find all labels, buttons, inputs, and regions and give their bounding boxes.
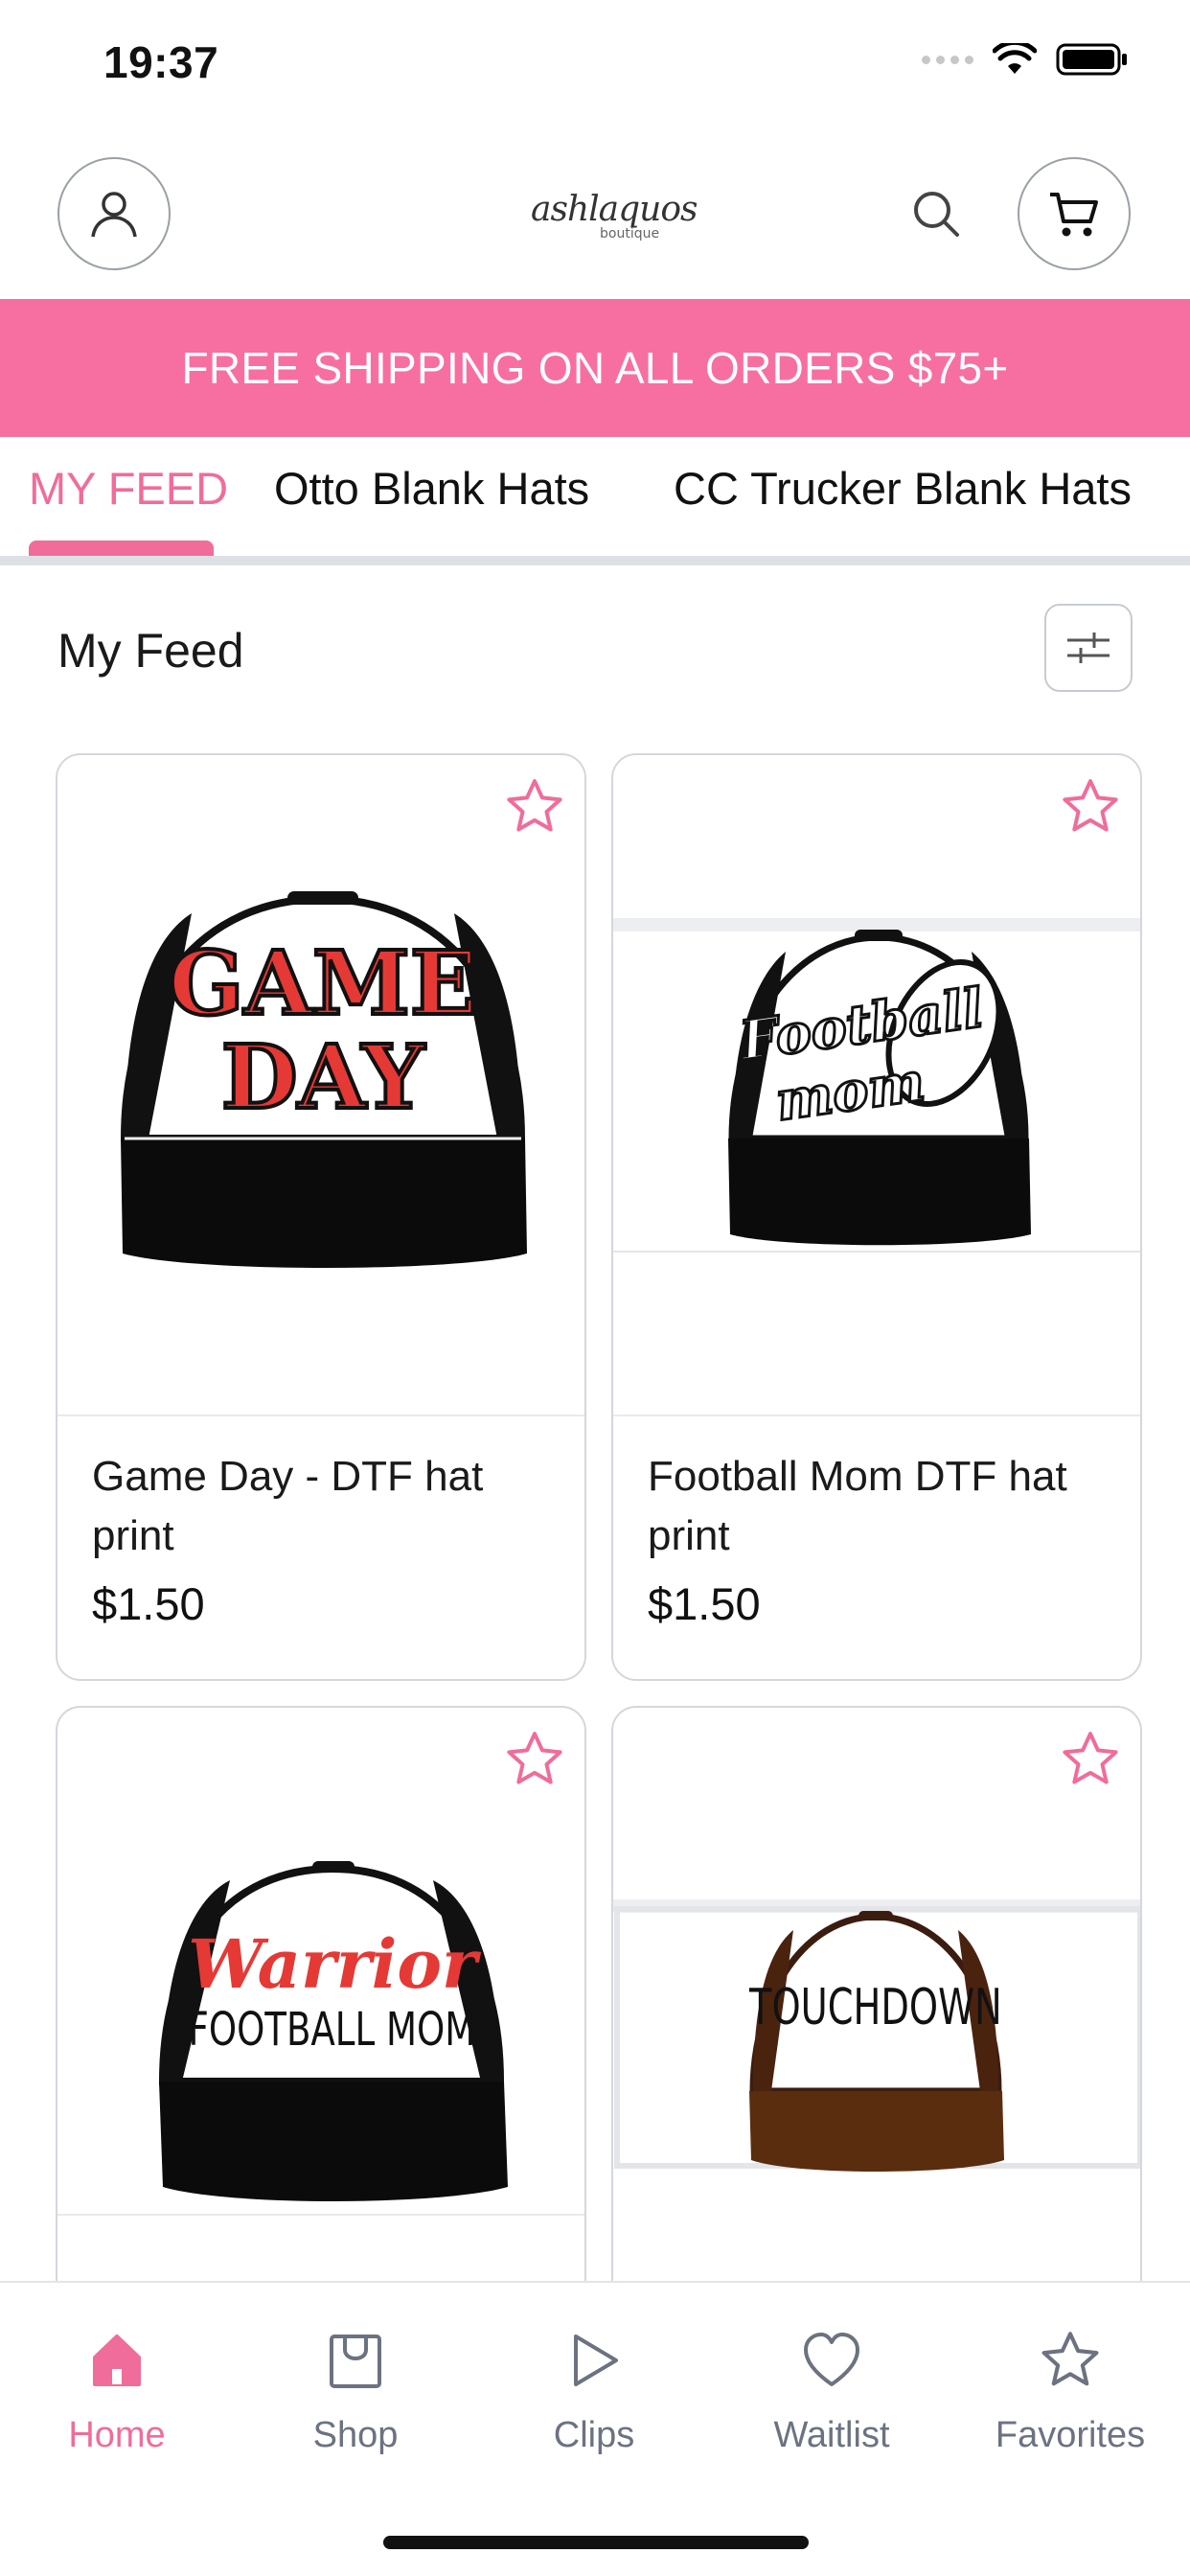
product-image[interactable]: GAME DAY [57,755,584,1416]
brand-logo[interactable]: ashlaquos boutique [508,182,698,249]
signal-icon [922,55,973,64]
tab-otto-blank-hats[interactable]: Otto Blank Hats [274,462,589,515]
nav-label: Clips [553,2415,635,2455]
status-bar: 19:37 [0,0,1190,134]
app-header: ashlaquos boutique [0,144,1190,288]
account-button[interactable] [57,157,171,270]
shopping-bag-icon [330,2334,381,2388]
product-card[interactable]: Football mom Football Mom DTF hat print … [611,753,1142,1681]
product-card[interactable]: Warrior FOOTBALL MOM [56,1706,586,2377]
play-icon [574,2334,618,2386]
nav-waitlist[interactable]: Waitlist [736,2317,927,2456]
hat-print-line: FOOTBALL MOM [189,2002,476,2057]
product-card[interactable]: TOUCHDOWN [611,1706,1142,2377]
product-card[interactable]: GAME DAY Game Day - DTF hat print $1.50 [56,753,586,1681]
category-tabs: MY FEED Otto Blank Hats CC Trucker Blank… [0,437,1190,565]
product-price: $1.50 [648,1578,761,1629]
product-image[interactable]: Football mom [613,755,1140,1416]
product-title[interactable]: Game Day - DTF hat print [92,1447,552,1566]
logo-script: ashlaquos [531,190,698,229]
nav-clips[interactable]: Clips [498,2317,690,2456]
tab-active-indicator [29,540,214,556]
product-title[interactable]: Football Mom DTF hat print [648,1447,1108,1566]
search-button[interactable] [903,180,970,247]
heart-icon [804,2333,859,2386]
nav-home[interactable]: Home [21,2317,213,2456]
favorite-button[interactable] [1056,1725,1125,1794]
status-time: 19:37 [103,37,219,87]
tab-my-feed[interactable]: MY FEED [29,462,228,515]
feed-title: My Feed [57,624,244,678]
trucker-hat-image: Football mom [613,918,1140,1253]
tab-cc-trucker-blank-hats[interactable]: CC Trucker Blank Hats [674,462,1132,515]
home-indicator[interactable] [383,2536,809,2549]
wifi-icon [993,43,1037,74]
battery-icon [1056,43,1127,76]
user-icon [91,192,137,238]
nav-label: Waitlist [773,2415,890,2455]
cart-button[interactable] [1018,157,1131,270]
favorite-button[interactable] [1056,772,1125,841]
product-price: $1.50 [92,1578,205,1629]
hat-print-line: Warrior [188,1924,482,2004]
star-icon [507,1732,562,1784]
hat-print-line: DAY [221,1025,426,1129]
nav-label: Favorites [995,2415,1146,2455]
bottom-nav: Home Shop Clips Waitlist Favorites [0,2281,1190,2576]
status-icons [922,42,1129,77]
favorite-button[interactable] [500,772,569,841]
cart-icon [1050,193,1098,237]
nav-shop[interactable]: Shop [260,2317,451,2456]
hat-print-line: GAME [169,932,477,1035]
star-icon [507,779,562,832]
favorite-button[interactable] [500,1725,569,1794]
filter-button[interactable] [1044,604,1133,692]
logo-subtitle: boutique [600,226,660,242]
nav-label: Home [68,2415,166,2455]
promo-text: FREE SHIPPING ON ALL ORDERS $75+ [181,343,1009,393]
nav-label: Shop [312,2415,399,2455]
star-icon [1063,779,1118,832]
search-icon [914,192,959,237]
star-icon [1063,1732,1118,1784]
hat-print-line: TOUCHDOWN [748,1979,1002,2036]
home-icon [93,2334,141,2386]
sliders-icon [1067,632,1110,663]
nav-favorites[interactable]: Favorites [974,2317,1166,2456]
star-icon [1041,2332,1099,2386]
trucker-hat-image: GAME DAY [120,891,527,1268]
promo-banner[interactable]: FREE SHIPPING ON ALL ORDERS $75+ [0,299,1190,437]
